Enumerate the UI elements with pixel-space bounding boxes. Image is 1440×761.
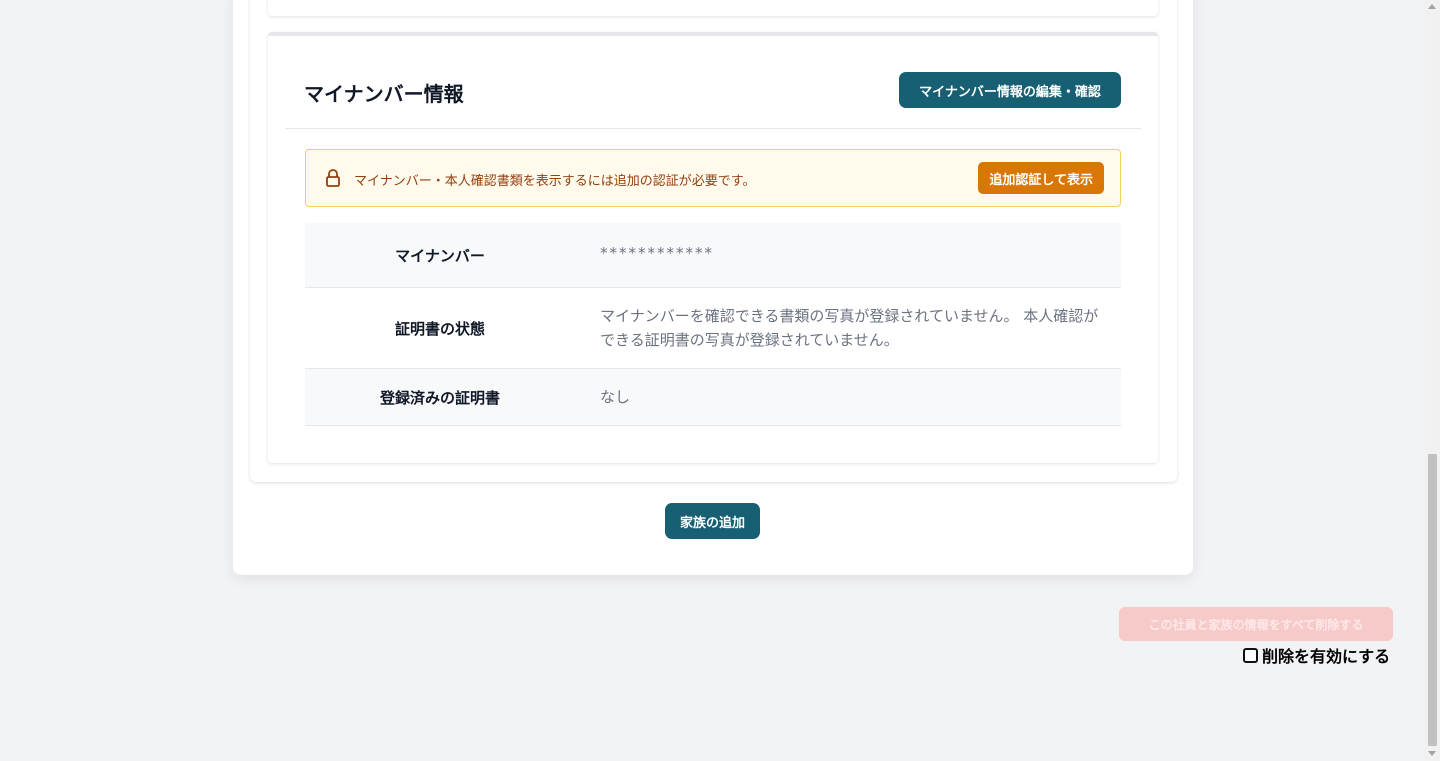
row-value: なし — [600, 388, 631, 406]
row-label: 証明書の状態 — [394, 320, 485, 338]
delete-all-button[interactable]: この社員と家族の情報をすべて削除する — [1119, 607, 1393, 641]
table-row: マイナンバー ************ — [305, 223, 1121, 288]
row-value: マイナンバーを確認できる書類の写真が登録されていません。 本人確認ができる証明書… — [600, 307, 1099, 349]
row-label: マイナンバー — [395, 247, 485, 265]
checkbox-box[interactable] — [1243, 647, 1258, 663]
mynumber-section: マイナンバー情報 マイナンバー情報の編集・確認 マイナンバー・本人確認書類を表示… — [268, 32, 1158, 463]
mynumber-info-table: マイナンバー ************ 証明書の状態 マイナンバーを確認できる書… — [305, 223, 1121, 426]
previous-section — [268, 0, 1158, 16]
edit-mynumber-button[interactable]: マイナンバー情報の編集・確認 — [899, 72, 1121, 108]
row-label: 登録済みの証明書 — [379, 389, 500, 407]
enable-delete-checkbox[interactable]: 削除を有効にする — [1243, 643, 1390, 667]
add-family-button[interactable]: 家族の追加 — [665, 503, 760, 539]
scroll-down-icon[interactable] — [1428, 751, 1436, 756]
section-title: マイナンバー情報 — [304, 82, 464, 106]
table-row: 証明書の状態 マイナンバーを確認できる書類の写真が登録されていません。 本人確認… — [305, 288, 1121, 369]
row-value: ************ — [600, 244, 714, 262]
page-scrollbar[interactable] — [1425, 0, 1440, 761]
scroll-thumb[interactable] — [1428, 454, 1437, 746]
lock-icon — [324, 168, 342, 188]
checkbox-label: 削除を有効にする — [1262, 647, 1391, 666]
auth-required-alert: マイナンバー・本人確認書類を表示するには追加の認証が必要です。 追加認証して表示 — [305, 149, 1121, 207]
scroll-up-icon[interactable] — [1428, 4, 1436, 9]
divider — [285, 128, 1141, 129]
additional-auth-button[interactable]: 追加認証して表示 — [978, 162, 1104, 194]
table-row: 登録済みの証明書 なし — [305, 369, 1121, 426]
alert-message: マイナンバー・本人確認書類を表示するには追加の認証が必要です。 — [354, 174, 756, 189]
